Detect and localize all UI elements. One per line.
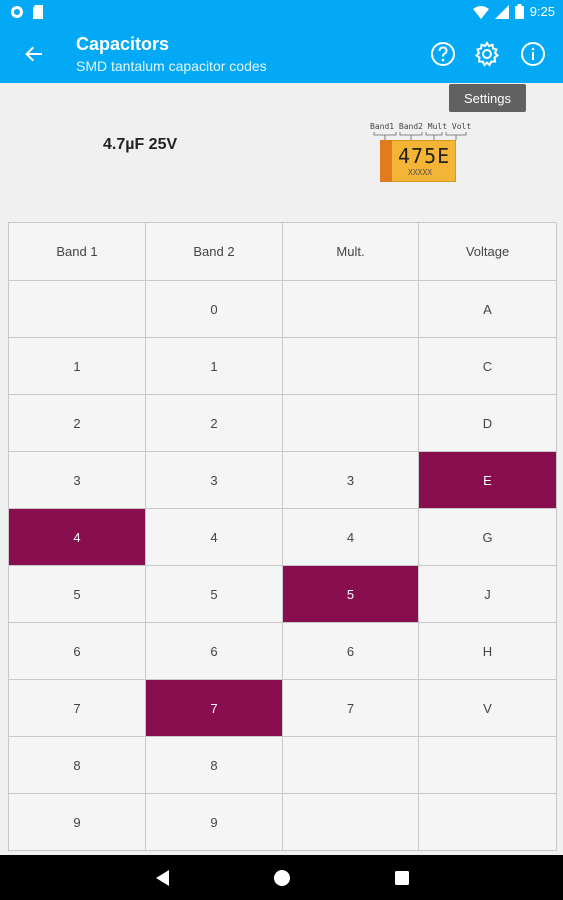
- wifi-icon: [472, 5, 489, 19]
- voltage-cell-V[interactable]: V: [419, 680, 557, 737]
- info-button[interactable]: [518, 39, 548, 69]
- page-subtitle: SMD tantalum capacitor codes: [76, 58, 267, 74]
- circle-home-icon: [274, 870, 290, 886]
- mult-cell-empty: [283, 395, 419, 452]
- band1-cell-3[interactable]: 3: [9, 452, 146, 509]
- voltage-cell-empty: [419, 737, 557, 794]
- band1-cell-4[interactable]: 4: [9, 509, 146, 566]
- band1-cell-6[interactable]: 6: [9, 623, 146, 680]
- voltage-cell-D[interactable]: D: [419, 395, 557, 452]
- sd-card-icon: [33, 5, 43, 19]
- band1-cell-1[interactable]: 1: [9, 338, 146, 395]
- mult-cell-6[interactable]: 6: [283, 623, 419, 680]
- nav-home-button[interactable]: [271, 867, 293, 889]
- voltage-cell-empty: [419, 794, 557, 851]
- voltage-cell-C[interactable]: C: [419, 338, 557, 395]
- mult-cell-3[interactable]: 3: [283, 452, 419, 509]
- mult-cell-empty: [283, 338, 419, 395]
- band1-cell-5[interactable]: 5: [9, 566, 146, 623]
- band1-cell-2[interactable]: 2: [9, 395, 146, 452]
- capacitor-polarity-stripe: [380, 140, 392, 182]
- status-bar: 9:25: [0, 0, 563, 24]
- capacitor-code: 475E: [398, 144, 451, 168]
- mult-cell-4[interactable]: 4: [283, 509, 419, 566]
- info-circle-icon: [521, 42, 545, 66]
- mult-cell-empty: [283, 794, 419, 851]
- column-header-mult: Mult.: [283, 223, 419, 281]
- band2-cell-3[interactable]: 3: [146, 452, 283, 509]
- code-table: Band 1 Band 2 Mult. Voltage 0 A 1 1 C 2 …: [8, 222, 557, 851]
- arrow-back-icon: [25, 46, 42, 62]
- sync-notification-icon: [11, 6, 23, 18]
- voltage-cell-H[interactable]: H: [419, 623, 557, 680]
- band2-cell-6[interactable]: 6: [146, 623, 283, 680]
- column-header-voltage: Voltage: [419, 223, 557, 281]
- band2-cell-1[interactable]: 1: [146, 338, 283, 395]
- page-title: Capacitors: [76, 34, 170, 54]
- mult-cell-7[interactable]: 7: [283, 680, 419, 737]
- help-circle-icon: [431, 42, 455, 66]
- voltage-cell-E[interactable]: E: [419, 452, 557, 509]
- mult-cell-empty: [283, 737, 419, 794]
- band2-cell-5[interactable]: 5: [146, 566, 283, 623]
- capacitor-value: 4.7µF 25V: [103, 136, 178, 153]
- column-header-band2: Band 2: [146, 223, 283, 281]
- band1-cell-9[interactable]: 9: [9, 794, 146, 851]
- mult-cell-empty: [283, 281, 419, 338]
- voltage-cell-J[interactable]: J: [419, 566, 557, 623]
- band2-cell-8[interactable]: 8: [146, 737, 283, 794]
- band2-cell-4[interactable]: 4: [146, 509, 283, 566]
- band2-cell-7[interactable]: 7: [146, 680, 283, 737]
- band2-cell-0[interactable]: 0: [146, 281, 283, 338]
- system-nav-bar: [0, 855, 563, 900]
- gear-icon: [474, 41, 500, 67]
- back-button[interactable]: [18, 38, 50, 70]
- signal-icon: [494, 4, 509, 19]
- triangle-back-icon: [156, 870, 169, 886]
- band2-cell-9[interactable]: 9: [146, 794, 283, 851]
- square-recents-icon: [395, 871, 409, 885]
- band1-cell-7[interactable]: 7: [9, 680, 146, 737]
- nav-recents-button[interactable]: [391, 867, 413, 889]
- voltage-cell-G[interactable]: G: [419, 509, 557, 566]
- settings-tooltip: Settings: [449, 84, 526, 112]
- band1-cell-empty: [9, 281, 146, 338]
- settings-button[interactable]: [472, 39, 502, 69]
- band2-cell-2[interactable]: 2: [146, 395, 283, 452]
- band1-cell-8[interactable]: 8: [9, 737, 146, 794]
- help-button[interactable]: [428, 39, 458, 69]
- capacitor-sub-code: XXXXX: [408, 168, 433, 177]
- mult-cell-5[interactable]: 5: [283, 566, 419, 623]
- column-header-band1: Band 1: [9, 223, 146, 281]
- capacitor-diagram: Band1 Band2 Mult Volt 475E XXXXX: [366, 122, 476, 186]
- nav-back-button[interactable]: [152, 867, 174, 889]
- app-bar: Capacitors SMD tantalum capacitor codes: [0, 24, 563, 83]
- battery-icon: [514, 4, 524, 19]
- status-time: 9:25: [529, 4, 555, 19]
- voltage-cell-A[interactable]: A: [419, 281, 557, 338]
